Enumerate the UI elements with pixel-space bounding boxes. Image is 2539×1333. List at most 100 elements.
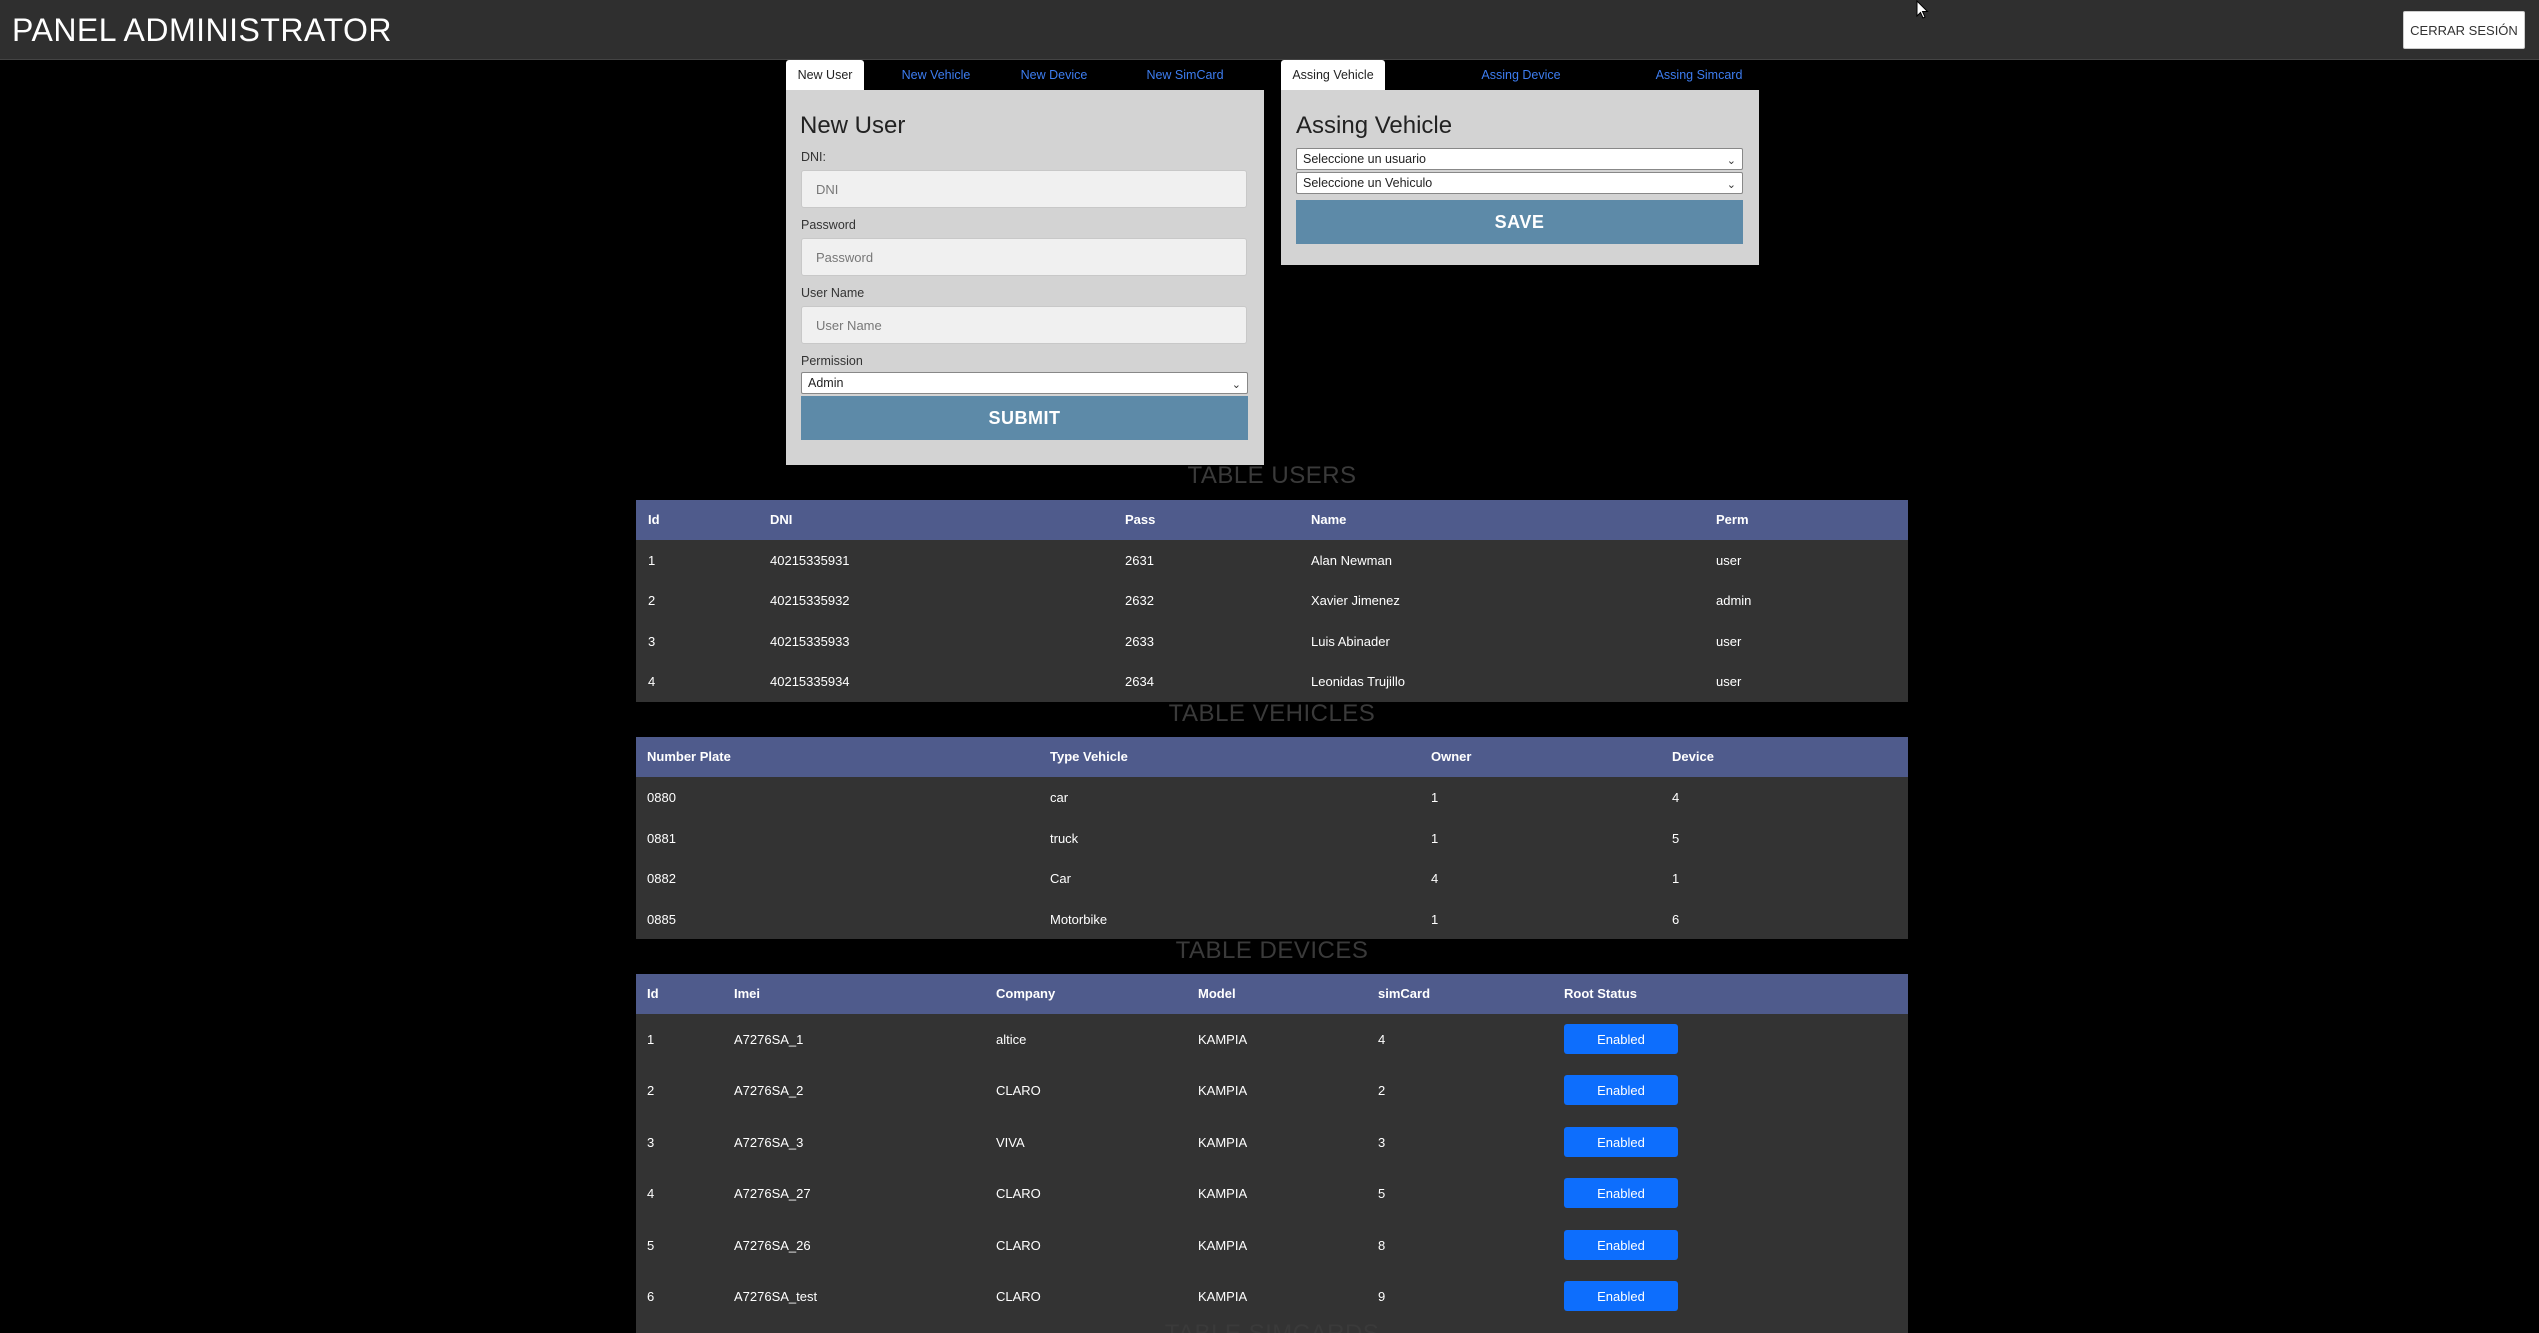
- tab-new-device[interactable]: New Device: [1012, 60, 1096, 90]
- root-status-enabled-button[interactable]: Enabled: [1564, 1281, 1678, 1311]
- cell-dni: 40215335932: [770, 593, 850, 608]
- cell-model: KAMPIA: [1198, 1135, 1248, 1150]
- column-header: Perm: [1716, 512, 1749, 527]
- root-status-enabled-button[interactable]: Enabled: [1564, 1024, 1678, 1054]
- cell-device: 1: [1672, 871, 1680, 886]
- permission-select[interactable]: Admin ⌄: [801, 372, 1248, 394]
- assign-vehicle-form: Assing Vehicle Seleccione un usuario ⌄ S…: [1281, 90, 1759, 265]
- table-row: 5 A7276SA_26 CLARO KAMPIA 8 Enabled: [636, 1219, 1908, 1271]
- vehicles-table: Number Plate Type Vehicle Owner Device 0…: [636, 737, 1908, 939]
- user-select[interactable]: Seleccione un usuario ⌄: [1296, 148, 1743, 170]
- dni-input[interactable]: [801, 170, 1247, 208]
- cell-device: 6: [1672, 912, 1680, 927]
- cell-imei: A7276SA_3: [734, 1135, 804, 1150]
- tab-assign-device[interactable]: Assing Device: [1471, 60, 1571, 90]
- cell-type: truck: [1050, 831, 1079, 846]
- table-row: 1 A7276SA_1 altice KAMPIA 4 Enabled: [636, 1014, 1908, 1065]
- chevron-down-icon: ⌄: [1726, 179, 1736, 191]
- cell-simcard: 5: [1378, 1186, 1386, 1201]
- users-table: Id DNI Pass Name Perm 1 40215335931 2631…: [636, 500, 1908, 702]
- table-row: 3 A7276SA_3 VIVA KAMPIA 3 Enabled: [636, 1116, 1908, 1168]
- cell-type: Motorbike: [1050, 912, 1108, 927]
- table-row: 1 40215335931 2631 Alan Newman user: [636, 540, 1908, 580]
- cell-company: CLARO: [996, 1289, 1041, 1304]
- cell-id: 1: [648, 553, 656, 568]
- cell-model: KAMPIA: [1198, 1083, 1248, 1098]
- table-row: 2 40215335932 2632 Xavier Jimenez admin: [636, 580, 1908, 620]
- username-input[interactable]: [801, 306, 1247, 344]
- create-panel: New User New Vehicle New Device New SimC…: [786, 60, 1264, 465]
- root-status-enabled-button[interactable]: Enabled: [1564, 1127, 1678, 1157]
- cell-simcard: 3: [1378, 1135, 1386, 1150]
- tab-assign-vehicle[interactable]: Assing Vehicle: [1281, 60, 1385, 90]
- column-header: Company: [996, 986, 1056, 1001]
- cell-device: 4: [1672, 790, 1680, 805]
- cell-company: CLARO: [996, 1186, 1041, 1201]
- cell-plate: 0885: [647, 912, 676, 927]
- cell-type: car: [1050, 790, 1069, 805]
- logout-button[interactable]: CERRAR SESIÓN: [2403, 11, 2525, 49]
- column-header: simCard: [1378, 986, 1431, 1001]
- cell-id: 3: [647, 1135, 655, 1150]
- cell-imei: A7276SA_test: [734, 1289, 818, 1304]
- users-table-title: TABLE USERS: [1187, 462, 1357, 489]
- cell-owner: 1: [1431, 912, 1439, 927]
- column-header: Type Vehicle: [1050, 749, 1128, 764]
- cell-device: 5: [1672, 831, 1680, 846]
- permission-value: Admin: [808, 376, 844, 390]
- cell-model: KAMPIA: [1198, 1032, 1248, 1047]
- cell-imei: A7276SA_2: [734, 1083, 804, 1098]
- cell-name: Xavier Jimenez: [1311, 593, 1400, 608]
- cell-company: altice: [996, 1032, 1027, 1047]
- table-row: 2 A7276SA_2 CLARO KAMPIA 2 Enabled: [636, 1065, 1908, 1116]
- cell-model: KAMPIA: [1198, 1238, 1248, 1253]
- root-status-enabled-button[interactable]: Enabled: [1564, 1075, 1678, 1105]
- simcards-table-title: TABLE SIMCARDS: [636, 1320, 1908, 1333]
- tab-new-vehicle[interactable]: New Vehicle: [894, 60, 978, 90]
- password-label: Password: [801, 218, 856, 232]
- column-header: Id: [647, 986, 659, 1001]
- table-row: 0881 truck 1 5: [636, 817, 1908, 857]
- chevron-down-icon: ⌄: [1231, 379, 1241, 391]
- cell-id: 1: [647, 1032, 655, 1047]
- column-header: Model: [1198, 986, 1236, 1001]
- table-header: Number Plate Type Vehicle Owner Device: [636, 737, 1908, 777]
- tab-assign-simcard[interactable]: Assing Simcard: [1647, 60, 1751, 90]
- column-header: Device: [1672, 749, 1714, 764]
- cell-pass: 2633: [1125, 634, 1154, 649]
- assign-tabs: Assing Vehicle Assing Device Assing Simc…: [1281, 60, 1759, 90]
- password-input[interactable]: [801, 238, 1247, 276]
- root-status-enabled-button[interactable]: Enabled: [1564, 1230, 1678, 1260]
- tab-new-simcard[interactable]: New SimCard: [1140, 60, 1230, 90]
- cell-simcard: 9: [1378, 1289, 1386, 1304]
- cell-imei: A7276SA_26: [734, 1238, 811, 1253]
- cell-pass: 2631: [1125, 553, 1154, 568]
- permission-label: Permission: [801, 354, 863, 368]
- cell-name: Leonidas Trujillo: [1311, 674, 1405, 689]
- cell-name: Luis Abinader: [1311, 634, 1390, 649]
- cell-owner: 1: [1431, 790, 1439, 805]
- cell-pass: 2634: [1125, 674, 1154, 689]
- cell-company: VIVA: [996, 1135, 1025, 1150]
- column-header: Imei: [734, 986, 761, 1001]
- root-status-enabled-button[interactable]: Enabled: [1564, 1178, 1678, 1208]
- cell-model: KAMPIA: [1198, 1186, 1248, 1201]
- cell-plate: 0881: [647, 831, 676, 846]
- tab-new-user[interactable]: New User: [786, 60, 864, 90]
- table-row: 4 40215335934 2634 Leonidas Trujillo use…: [636, 660, 1908, 700]
- submit-button[interactable]: SUBMIT: [801, 396, 1248, 440]
- vehicle-select[interactable]: Seleccione un Vehiculo ⌄: [1296, 172, 1743, 194]
- column-header: Owner: [1431, 749, 1472, 764]
- cell-owner: 4: [1431, 871, 1439, 886]
- table-header: Id DNI Pass Name Perm: [636, 500, 1908, 540]
- create-tabs: New User New Vehicle New Device New SimC…: [786, 60, 1264, 90]
- new-user-form: New User DNI: Password User Name Permiss…: [786, 90, 1264, 465]
- cell-id: 4: [648, 674, 656, 689]
- table-row: 6 A7276SA_test CLARO KAMPIA 9 Enabled: [636, 1271, 1908, 1322]
- cell-owner: 1: [1431, 831, 1439, 846]
- cell-simcard: 4: [1378, 1032, 1386, 1047]
- username-label: User Name: [801, 286, 865, 300]
- save-button[interactable]: SAVE: [1296, 200, 1743, 244]
- mouse-cursor-icon: [1916, 0, 1929, 19]
- table-row: 0882 Car 4 1: [636, 857, 1908, 897]
